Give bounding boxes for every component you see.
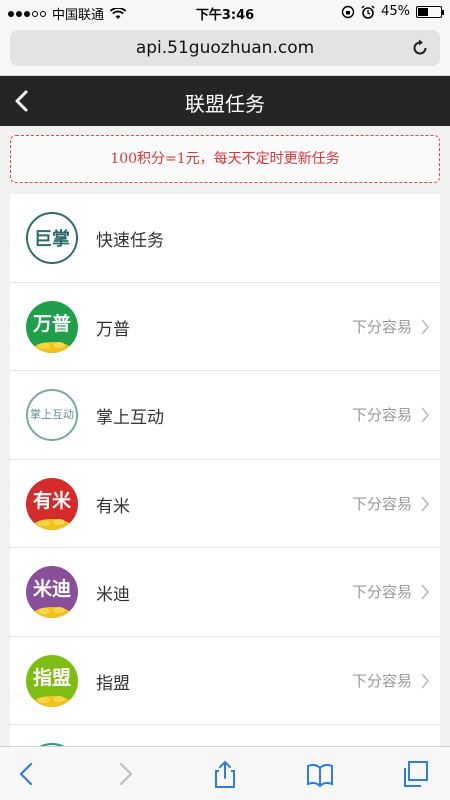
battery-icon	[416, 5, 444, 18]
notice-banner: 100积分=1元，每天不定时更新任务	[10, 135, 440, 183]
browser-toolbar	[0, 746, 450, 800]
browser-back-icon[interactable]	[12, 759, 42, 789]
chevron-right-icon	[421, 584, 430, 600]
reload-icon[interactable]	[410, 38, 430, 58]
task-row-midi[interactable]: 米迪 米迪 下分容易	[10, 548, 440, 637]
page-title: 联盟任务	[185, 92, 265, 116]
task-hint: 下分容易	[351, 317, 412, 336]
status-bar: 中国联通 下午3:46 45%	[0, 0, 450, 24]
task-row-zhimeng[interactable]: 指盟 指盟 下分容易	[10, 637, 440, 725]
url-field[interactable]: api.51guozhuan.com	[10, 30, 440, 66]
browser-forward-icon[interactable]	[110, 759, 140, 789]
url-text: api.51guozhuan.com	[135, 38, 315, 58]
alarm-icon	[361, 5, 375, 19]
zhimeng-logo-icon: 指盟	[26, 654, 78, 707]
task-name: 有米	[96, 496, 130, 517]
chevron-right-icon	[421, 495, 430, 512]
chevron-right-icon	[421, 407, 430, 423]
task-name: 万普	[96, 319, 130, 340]
midi-logo-icon: 米迪	[26, 566, 78, 618]
share-icon[interactable]	[210, 759, 240, 789]
task-row-youmi[interactable]: 有米 有米 下分容易	[10, 460, 440, 548]
battery-percent: 45%	[381, 4, 410, 19]
task-list: 巨掌 快速任务 万普 万普 下分容易 掌上互动 掌上互动 下分容易 有米 有米 …	[10, 194, 440, 795]
task-row-kuaisu[interactable]: 巨掌 快速任务	[10, 194, 440, 283]
bookmarks-icon[interactable]	[305, 759, 335, 789]
zhangshanghudong-logo-icon: 掌上互动	[26, 389, 78, 441]
task-hint: 下分容易	[351, 583, 412, 601]
wanpu-logo-icon: 万普	[26, 300, 78, 353]
task-hint: 下分容易	[351, 406, 412, 424]
task-name: 快速任务	[96, 231, 164, 251]
task-row-wanpu[interactable]: 万普 万普 下分容易	[10, 283, 440, 371]
task-hint: 下分容易	[351, 494, 412, 513]
task-name: 米迪	[96, 585, 130, 605]
rotation-lock-icon	[341, 5, 355, 18]
youmi-logo-icon: 有米	[26, 477, 78, 530]
nav-header: 联盟任务	[0, 76, 450, 126]
task-name: 指盟	[96, 673, 130, 694]
juzhang-logo-icon: 巨掌	[26, 212, 78, 264]
task-name: 掌上互动	[96, 408, 164, 428]
tabs-icon[interactable]	[400, 759, 430, 789]
chevron-right-icon	[421, 672, 430, 689]
browser-address-bar: api.51guozhuan.com	[0, 24, 450, 76]
task-hint: 下分容易	[351, 671, 412, 690]
chevron-right-icon	[421, 318, 430, 335]
task-row-zhangshanghudong[interactable]: 掌上互动 掌上互动 下分容易	[10, 371, 440, 460]
